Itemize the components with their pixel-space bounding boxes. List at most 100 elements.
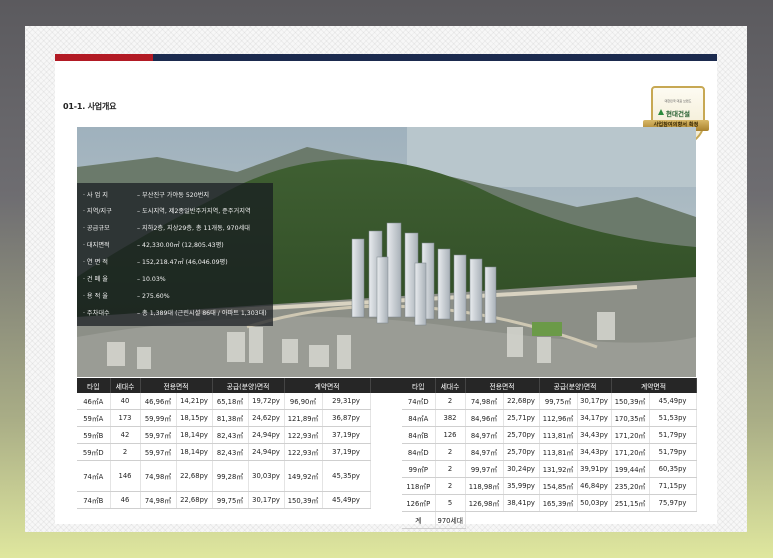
- cell-type: 84㎡D: [402, 443, 436, 461]
- table-cell: 84,97㎡: [465, 443, 504, 461]
- top-bar-red: [55, 54, 153, 61]
- content-sheet: 01-1. 사업개요 대한민국 대표 브랜드 현대건설 사업참여의향서 확정 ·…: [55, 54, 717, 529]
- table-cell: 113,81㎡: [539, 443, 578, 461]
- cell-type: 84㎡A: [402, 409, 436, 427]
- table-cell: 25,70py: [503, 443, 540, 461]
- table-cell: 65,18㎡: [212, 393, 249, 410]
- info-row: · 대지면적 – 42,330.00㎡ (12,805.43평): [83, 242, 224, 249]
- table-cell: 112,96㎡: [539, 409, 578, 427]
- table-header-row: 타입 세대수 전용면적 공급(분양)면적 계약면적: [402, 378, 697, 393]
- header-type: 타입: [77, 378, 111, 393]
- cell-units: 2: [435, 443, 466, 461]
- table-cell: 82,43㎡: [212, 443, 249, 461]
- table-cell: 51,53py: [649, 409, 697, 427]
- table-cell: 84,97㎡: [465, 426, 504, 444]
- table-cell: 37,19py: [322, 443, 371, 461]
- cell-type: 59㎡D: [77, 443, 111, 461]
- table-cell: 30,03py: [248, 460, 285, 492]
- table-header-row: 타입 세대수 전용면적 공급(분양)면적 계약면적: [77, 378, 371, 393]
- table-cell: 99,75㎡: [212, 491, 249, 509]
- table-cell: 170,35㎡: [611, 409, 650, 427]
- info-row: · 주차대수 – 총 1,389대 (근린시설 86대 / 아파트 1,303대): [83, 310, 267, 317]
- table-cell: 165,39㎡: [539, 494, 578, 512]
- table-row: 74㎡D 2 74,98㎡ 22,68py 99,75㎡ 30,17py 150,39㎡ 45…: [402, 393, 697, 410]
- table-cell: 19,72py: [248, 393, 285, 410]
- table-row: 59㎡D 2 59,97㎡ 18,14py 82,43㎡ 24,94py 122,93㎡ 37…: [77, 443, 371, 461]
- table-cell: 60,35py: [649, 460, 697, 478]
- table-cell: 46,96㎡: [140, 393, 177, 410]
- table-cell: 30,17py: [577, 393, 612, 410]
- table-cell: 59,97㎡: [140, 443, 177, 461]
- table-cell: 171,20㎡: [611, 426, 650, 444]
- table-cell: 14,21py: [176, 393, 213, 410]
- table-row: 84㎡D 2 84,97㎡ 25,70py 113,81㎡ 34,43py 171,20㎡ 5…: [402, 443, 697, 461]
- header-contract-area: 계약면적: [284, 378, 371, 393]
- cell-units: 2: [435, 393, 466, 410]
- cell-type: 74㎡D: [402, 393, 436, 410]
- cell-units: 42: [110, 426, 141, 444]
- cell-units: 5: [435, 494, 466, 512]
- table-cell: 121,89㎡: [284, 409, 323, 427]
- table-cell: 30,24py: [503, 460, 540, 478]
- table-cell: 51,79py: [649, 426, 697, 444]
- cell-units: 40: [110, 393, 141, 410]
- table-cell: 59,97㎡: [140, 426, 177, 444]
- header-supply-area: 공급(분양)면적: [539, 378, 612, 393]
- badge-brand: 현대건설: [666, 110, 690, 118]
- total-empty: [465, 512, 696, 529]
- table-cell: 149,92㎡: [284, 460, 323, 492]
- total-label: 계: [402, 511, 436, 529]
- cell-units: 173: [110, 409, 141, 427]
- table-cell: 71,15py: [649, 477, 697, 495]
- cell-type: 118㎡P: [402, 477, 436, 495]
- info-row: · 용 적 율 – 275.60%: [83, 293, 170, 300]
- aerial-rendering-image: · 사 업 지 – 부산진구 가야동 520번지 · 지역/지구 – 도시지역, 제…: [77, 127, 696, 377]
- table-cell: 36,87py: [322, 409, 371, 427]
- table-cell: 34,43py: [577, 443, 612, 461]
- table-row: 118㎡P 2 118,98㎡ 35,99py 154,85㎡ 46,84py 235,20…: [402, 477, 697, 495]
- unit-table-left: 타입 세대수 전용면적 공급(분양)면적 계약면적 46㎡A 40 46,96㎡ 14…: [77, 378, 371, 509]
- table-cell: 122,93㎡: [284, 426, 323, 444]
- header-supply-area: 공급(분양)면적: [212, 378, 285, 393]
- info-row: · 건 폐 율 – 10.03%: [83, 276, 166, 283]
- cell-units: 146: [110, 460, 141, 492]
- project-info-box: · 사 업 지 – 부산진구 가야동 520번지 · 지역/지구 – 도시지역, 제…: [77, 183, 273, 326]
- table-cell: 99,75㎡: [539, 393, 578, 410]
- table-cell: 99,28㎡: [212, 460, 249, 492]
- document-page: 01-1. 사업개요 대한민국 대표 브랜드 현대건설 사업참여의향서 확정 ·…: [25, 26, 747, 532]
- table-cell: 99,97㎡: [465, 460, 504, 478]
- table-cell: 45,35py: [322, 460, 371, 492]
- table-row: 84㎡A 382 84,96㎡ 25,71py 112,96㎡ 34,17py 170,35…: [402, 409, 697, 427]
- table-cell: 154,85㎡: [539, 477, 578, 495]
- table-cell: 39,91py: [577, 460, 612, 478]
- table-cell: 24,62py: [248, 409, 285, 427]
- table-cell: 82,43㎡: [212, 426, 249, 444]
- cell-units: 382: [435, 409, 466, 427]
- header-type: 타입: [402, 378, 436, 393]
- table-cell: 126,98㎡: [465, 494, 504, 512]
- unit-table-right: 타입 세대수 전용면적 공급(분양)면적 계약면적 74㎡D 2 74,98㎡ 22,…: [402, 378, 697, 529]
- table-cell: 51,79py: [649, 443, 697, 461]
- badge-slogan: 대한민국 대표 브랜드: [664, 99, 692, 103]
- table-cell: 30,17py: [248, 491, 285, 509]
- table-cell: 25,71py: [503, 409, 540, 427]
- table-row: 99㎡P 2 99,97㎡ 30,24py 131,92㎡ 39,91py 199,44㎡ 6…: [402, 460, 697, 478]
- cell-units: 2: [110, 443, 141, 461]
- table-cell: 59,99㎡: [140, 409, 177, 427]
- table-cell: 171,20㎡: [611, 443, 650, 461]
- cell-type: 74㎡A: [77, 460, 111, 492]
- table-header-gap: [370, 378, 402, 393]
- table-cell: 150,39㎡: [284, 491, 323, 509]
- total-row: 계 970세대: [402, 511, 696, 529]
- table-cell: 18,15py: [176, 409, 213, 427]
- cell-type: 59㎡A: [77, 409, 111, 427]
- table-cell: 74,98㎡: [140, 460, 177, 492]
- info-row: · 연 면 적 – 152,218.47㎡ (46,046.09평): [83, 259, 228, 266]
- table-cell: 46,84py: [577, 477, 612, 495]
- header-exclusive-area: 전용면적: [140, 378, 213, 393]
- cell-type: 99㎡P: [402, 460, 436, 478]
- table-row: 126㎡P 5 126,98㎡ 38,41py 165,39㎡ 50,03py 251,15…: [402, 494, 697, 512]
- cell-type: 126㎡P: [402, 494, 436, 512]
- table-cell: 84,96㎡: [465, 409, 504, 427]
- info-row: · 사 업 지 – 부산진구 가야동 520번지: [83, 192, 210, 199]
